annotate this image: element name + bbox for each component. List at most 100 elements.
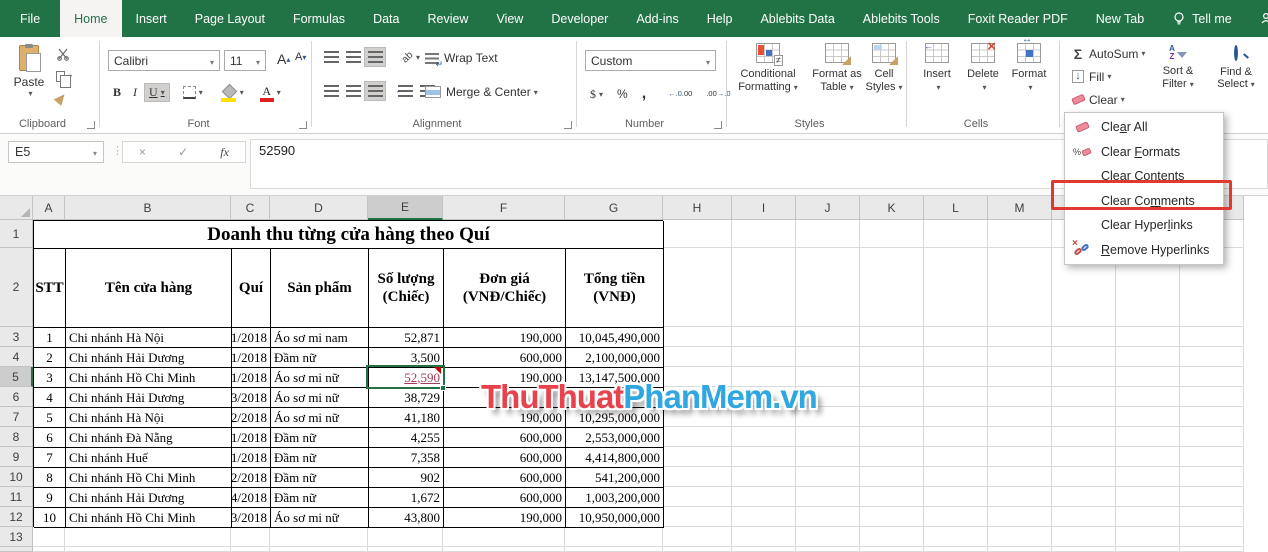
col-header-J[interactable]: J <box>796 196 860 220</box>
cell[interactable] <box>663 547 732 552</box>
cell[interactable] <box>663 527 732 547</box>
cell[interactable] <box>988 527 1052 547</box>
cell[interactable] <box>732 467 796 487</box>
cell[interactable] <box>988 447 1052 467</box>
comma-format-button[interactable]: , <box>637 83 651 105</box>
cell[interactable] <box>1116 347 1180 367</box>
cell-A7[interactable]: 5 <box>34 408 66 428</box>
menu-item-clear-contents[interactable]: Clear Contents <box>1065 164 1223 189</box>
cell[interactable] <box>988 507 1052 527</box>
cell-F10[interactable]: 600,000 <box>444 468 566 488</box>
cell[interactable] <box>1116 327 1180 347</box>
cell[interactable] <box>1116 387 1180 407</box>
cell-B9[interactable]: Chi nhánh Huế <box>66 448 232 468</box>
cell[interactable] <box>1180 387 1244 407</box>
cell[interactable] <box>1052 467 1116 487</box>
tab-foxit-reader-pdf[interactable]: Foxit Reader PDF <box>954 0 1082 37</box>
cell-A11[interactable]: 9 <box>34 488 66 508</box>
currency-format-button[interactable]: $ <box>585 85 608 104</box>
row-header-x14[interactable] <box>0 547 33 552</box>
cell-E6[interactable]: 38,729 <box>369 388 444 408</box>
cell-F12[interactable]: 190,000 <box>444 508 566 528</box>
cell[interactable] <box>924 220 988 248</box>
cell[interactable] <box>988 220 1052 248</box>
cell[interactable] <box>796 220 860 248</box>
cell[interactable] <box>924 507 988 527</box>
col-header-C[interactable]: C <box>231 196 270 220</box>
cell[interactable] <box>988 248 1052 327</box>
cell-D9[interactable]: Đầm nữ <box>271 448 369 468</box>
align-bottom-button[interactable] <box>364 47 386 67</box>
col-header-L[interactable]: L <box>924 196 988 220</box>
cell[interactable] <box>796 467 860 487</box>
decrease-font-button[interactable] <box>290 49 311 65</box>
tab-page-layout[interactable]: Page Layout <box>181 0 279 37</box>
number-dialog-launcher[interactable] <box>714 121 722 129</box>
menu-item-clear-all[interactable]: Clear All <box>1065 115 1223 140</box>
cell-G9[interactable]: 4,414,800,000 <box>566 448 664 468</box>
tab-data[interactable]: Data <box>359 0 413 37</box>
cell[interactable] <box>796 347 860 367</box>
cell[interactable] <box>1180 547 1244 552</box>
col-header-E[interactable]: E <box>368 196 443 220</box>
cell[interactable] <box>663 347 732 367</box>
cell[interactable] <box>1180 367 1244 387</box>
cell[interactable] <box>732 487 796 507</box>
table-header-A2[interactable]: STT <box>34 249 66 328</box>
format-as-table-button[interactable]: Format as Table <box>807 43 867 93</box>
format-cells-button[interactable]: Format <box>1007 34 1051 93</box>
fill-color-button[interactable] <box>216 84 249 102</box>
tab-help[interactable]: Help <box>693 0 747 37</box>
fill-button[interactable]: ↓ Fill <box>1066 66 1116 87</box>
col-header-G[interactable]: G <box>565 196 663 220</box>
row-header-11[interactable]: 11 <box>0 487 33 507</box>
cell[interactable] <box>924 248 988 327</box>
number-format-combo[interactable]: Custom <box>585 50 716 71</box>
cell[interactable] <box>1116 507 1180 527</box>
cell-F3[interactable]: 190,000 <box>444 328 566 348</box>
cell-E10[interactable]: 902 <box>369 468 444 488</box>
cell[interactable] <box>732 327 796 347</box>
cell[interactable] <box>796 547 860 552</box>
cell[interactable] <box>231 547 270 552</box>
alignment-dialog-launcher[interactable] <box>564 121 572 129</box>
tell-me-box[interactable]: Tell me <box>1158 11 1246 26</box>
cell[interactable] <box>663 220 732 248</box>
cell[interactable] <box>663 327 732 347</box>
cell-C9[interactable]: 1/2018 <box>232 448 271 468</box>
cell[interactable] <box>443 527 565 547</box>
cell[interactable] <box>663 487 732 507</box>
cell[interactable] <box>924 427 988 447</box>
cell[interactable] <box>732 547 796 552</box>
cell[interactable] <box>924 367 988 387</box>
cell[interactable] <box>860 427 924 447</box>
cell-D8[interactable]: Đầm nữ <box>271 428 369 448</box>
tab-home[interactable]: Home <box>60 0 122 37</box>
cell[interactable] <box>796 487 860 507</box>
cell[interactable] <box>663 507 732 527</box>
cell[interactable] <box>732 248 796 327</box>
cell[interactable] <box>1052 447 1116 467</box>
cell[interactable] <box>663 447 732 467</box>
insert-cells-button[interactable]: Insert <box>917 41 957 93</box>
cell-F4[interactable]: 600,000 <box>444 348 566 368</box>
sort-filter-button[interactable]: AZ Sort & Filter <box>1152 45 1204 90</box>
cell[interactable] <box>1180 427 1244 447</box>
cell[interactable] <box>860 367 924 387</box>
cell[interactable] <box>1116 447 1180 467</box>
cell[interactable] <box>1116 427 1180 447</box>
cell-C6[interactable]: 3/2018 <box>232 388 271 408</box>
cell[interactable] <box>368 527 443 547</box>
wrap-text-button[interactable]: Wrap Text <box>420 49 503 70</box>
tab-review[interactable]: Review <box>413 0 482 37</box>
table-header-D2[interactable]: Sản phẩm <box>271 249 369 328</box>
row-header-9[interactable]: 9 <box>0 447 33 467</box>
cell[interactable] <box>860 248 924 327</box>
cell-C11[interactable]: 4/2018 <box>232 488 271 508</box>
cell[interactable] <box>796 248 860 327</box>
tab-developer[interactable]: Developer <box>537 0 622 37</box>
cell[interactable] <box>1052 527 1116 547</box>
cell[interactable] <box>1180 507 1244 527</box>
cell-styles-button[interactable]: Cell Styles <box>863 43 905 93</box>
cell-F11[interactable]: 600,000 <box>444 488 566 508</box>
